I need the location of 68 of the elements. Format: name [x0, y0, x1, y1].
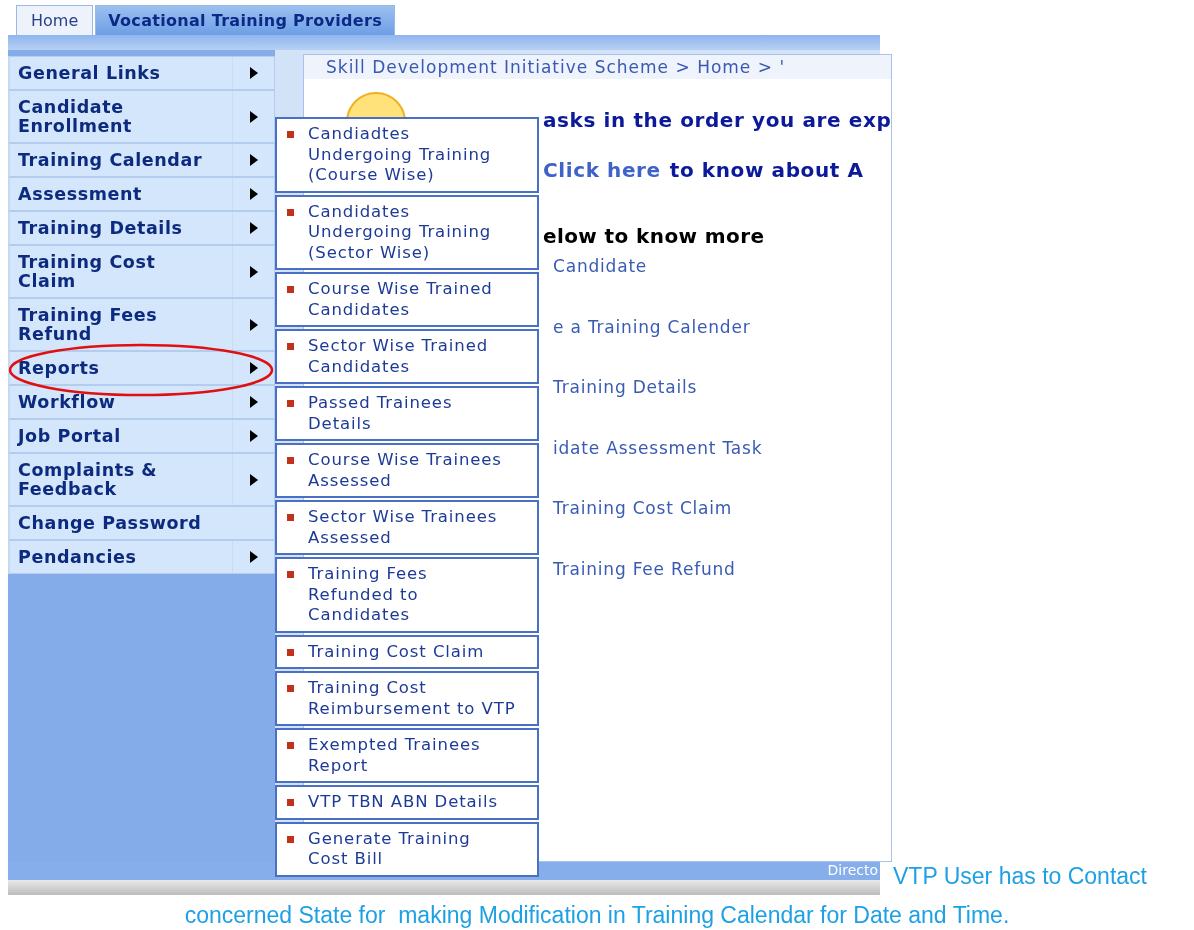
- sidebar-label: Assessment: [17, 182, 143, 206]
- caption-text: VTP User has to Contact: [893, 862, 1147, 891]
- sidebar-item[interactable]: Candidate Enrollment: [8, 90, 275, 143]
- sidebar-label: Candidate Enrollment: [17, 95, 133, 138]
- sidebar-item[interactable]: Change Password: [8, 506, 275, 540]
- task-link[interactable]: e a Training Calender: [553, 316, 892, 377]
- sidebar-item[interactable]: General Links: [8, 56, 275, 90]
- bullet-icon: [287, 457, 294, 464]
- submenu-item[interactable]: Training Cost Reimbursement to VTP: [275, 671, 539, 726]
- bullet-icon: [287, 286, 294, 293]
- task-link[interactable]: Candidate: [553, 256, 892, 317]
- submenu-item[interactable]: Course Wise Trainees Assessed: [275, 443, 539, 498]
- sidebar-item[interactable]: Training Fees Refund: [8, 298, 275, 351]
- bullet-icon: [287, 400, 294, 407]
- submenu-item[interactable]: Training Fees Refunded to Candidates: [275, 557, 539, 633]
- click-here-link[interactable]: Click here: [543, 158, 661, 182]
- submenu-item[interactable]: VTP TBN ABN Details: [275, 785, 539, 820]
- bullet-icon: [287, 208, 294, 216]
- task-link[interactable]: Training Fee Refund: [553, 558, 892, 619]
- section-heading: elow to know more: [543, 224, 766, 248]
- bullet-icon: [287, 799, 294, 806]
- submenu-item[interactable]: Course Wise Trained Candidates: [275, 272, 539, 327]
- submenu-item[interactable]: Candidates Undergoing Training (Sector Wise): [275, 194, 539, 270]
- sidebar-item[interactable]: Complaints & Feedback: [8, 453, 275, 506]
- submenu-item[interactable]: Candiadtes Undergoing Training (Course Wise): [275, 117, 539, 193]
- submenu-item[interactable]: Sector Wise Trainees Assessed: [275, 500, 539, 555]
- bullet-icon: [287, 648, 294, 656]
- submenu-item[interactable]: Generate Training Cost Bill: [275, 821, 539, 877]
- bullet-icon: [287, 742, 294, 749]
- instruction-text: to know about A: [669, 158, 864, 182]
- submenu-item[interactable]: Passed Trainees Details: [275, 386, 539, 441]
- sidebar-item[interactable]: Training Calendar: [8, 143, 275, 177]
- sidebar-item[interactable]: Training Details: [8, 211, 275, 245]
- sidebar-item[interactable]: Pendancies: [8, 540, 275, 574]
- sidebar-item[interactable]: Reports: [8, 351, 275, 385]
- bullet-icon: [287, 835, 294, 843]
- bullet-icon: [287, 514, 294, 521]
- bullet-icon: [287, 571, 294, 578]
- sidebar-label: Complaints & Feedback: [17, 458, 159, 501]
- sidebar-label: Training Fees Refund: [17, 303, 159, 346]
- task-link[interactable]: Training Cost Claim: [553, 498, 892, 559]
- sidebar-item[interactable]: Job Portal: [8, 419, 275, 453]
- sidebar-label: Job Portal: [16, 424, 122, 448]
- sidebar-label: Workflow: [17, 390, 117, 414]
- task-link[interactable]: idate Assessment Task: [553, 437, 892, 498]
- sidebar-item[interactable]: Assessment: [8, 177, 275, 211]
- bullet-icon: [287, 131, 294, 138]
- submenu-item[interactable]: Training Cost Claim: [275, 634, 539, 669]
- sidebar-label: Training Cost Claim: [17, 250, 157, 293]
- nav-tab[interactable]: Home: [16, 5, 94, 35]
- nav-tab[interactable]: Vocational Training Providers: [95, 5, 395, 35]
- bullet-icon: [287, 343, 294, 350]
- submenu-item[interactable]: Exempted Trainees Report: [275, 728, 539, 783]
- bullet-icon: [287, 685, 294, 692]
- sidebar-label: Change Password: [17, 511, 203, 535]
- sidebar-item[interactable]: Workflow: [8, 385, 275, 419]
- sidebar-label: General Links: [17, 61, 162, 85]
- instruction-text: asks in the order you are exp: [543, 108, 892, 132]
- sidebar-label: Training Details: [17, 216, 184, 240]
- status-text: Directo: [827, 862, 879, 880]
- breadcrumb: Skill Development Initiative Scheme > Home > ': [304, 55, 892, 79]
- submenu-item[interactable]: Sector Wise Trained Candidates: [275, 329, 539, 384]
- sidebar-label: Pendancies: [17, 545, 138, 569]
- sidebar-item[interactable]: Training Cost Claim: [8, 245, 275, 298]
- task-link[interactable]: Training Details: [553, 377, 892, 438]
- caption-text: concerned State for making Modification in Training Calendar for Date and Time.: [183, 901, 1011, 930]
- sidebar-label: Training Calendar: [17, 148, 204, 172]
- sidebar-label: Reports: [17, 356, 101, 380]
